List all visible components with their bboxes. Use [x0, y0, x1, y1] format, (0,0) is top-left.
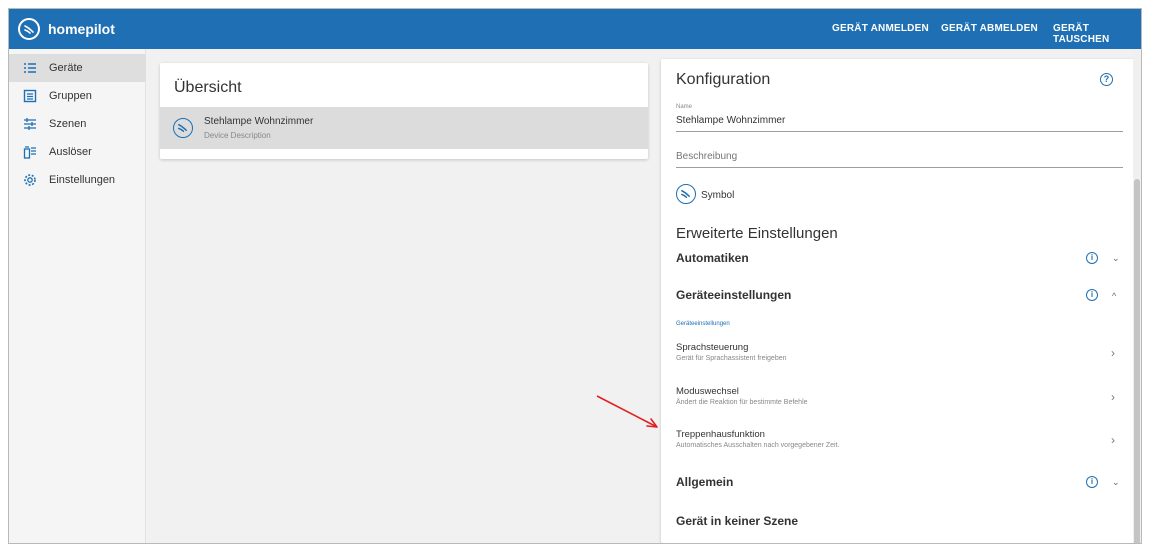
accordion-geraeteeinstellungen[interactable]: Geräteeinstellungen [676, 288, 791, 302]
gear-icon [24, 174, 36, 186]
chevron-down-icon[interactable]: ⌄ [1112, 477, 1120, 488]
chevron-right-icon: › [1111, 390, 1115, 404]
setting-title: Treppenhausfunktion [676, 429, 765, 440]
sidebar-item-ausloeser[interactable]: Auslöser [9, 138, 146, 166]
scene-membership-heading: Gerät in keiner Szene [676, 514, 799, 528]
chevron-up-icon[interactable]: ^ [1112, 291, 1116, 301]
advanced-settings-heading: Erweiterte Einstellungen [676, 225, 838, 242]
sidebar-item-geraete[interactable]: Geräte [9, 54, 146, 82]
sidebar-item-szenen[interactable]: Szenen [9, 110, 146, 138]
sidebar-item-label: Einstellungen [49, 174, 116, 186]
trigger-icon [23, 146, 36, 159]
sidebar-item-einstellungen[interactable]: Einstellungen [9, 166, 146, 194]
annotation-arrow-icon [596, 395, 658, 428]
accordion-allgemein[interactable]: Allgemein [676, 475, 733, 489]
setting-subtitle: Gerät für Sprachassistent freigeben [676, 355, 787, 362]
setting-subtitle: Ändert die Reaktion für bestimmte Befehl… [676, 399, 808, 406]
settings-sublabel: Geräteeinstellungen [676, 321, 730, 327]
sidebar-item-label: Gruppen [49, 90, 92, 102]
brand-name: homepilot [48, 21, 115, 37]
device-list-item[interactable]: Stehlampe Wohnzimmer Device Description [160, 107, 648, 149]
overview-card: Übersicht Stehlampe Wohnzimmer Device De… [160, 63, 648, 159]
setting-moduswechsel[interactable]: Moduswechsel Ändert die Reaktion für bes… [661, 386, 1137, 426]
configuration-card: Konfiguration ? Name Symbol Erweiterte E… [661, 59, 1137, 543]
symbol-icon[interactable] [676, 184, 696, 204]
scrollbar-thumb[interactable] [1134, 179, 1140, 543]
sidebar-item-label: Szenen [49, 118, 87, 130]
description-field[interactable] [676, 150, 1123, 168]
setting-title: Sprachsteuerung [676, 342, 749, 353]
device-type-icon [173, 118, 193, 138]
sliders-icon [24, 118, 36, 130]
unregister-device-button[interactable]: GERÄT ABMELDEN [941, 23, 1038, 34]
sidebar-item-label: Geräte [49, 62, 83, 74]
sidebar-item-gruppen[interactable]: Gruppen [9, 82, 146, 110]
symbol-label: Symbol [701, 190, 735, 201]
device-name: Stehlampe Wohnzimmer [204, 116, 314, 127]
overview-title: Übersicht [174, 79, 242, 96]
list-icon [24, 63, 36, 73]
name-field-label: Name [676, 104, 693, 110]
chevron-right-icon: › [1111, 433, 1115, 447]
setting-sprachsteuerung[interactable]: Sprachsteuerung Gerät für Sprachassisten… [661, 342, 1137, 382]
help-icon[interactable]: ? [1100, 73, 1113, 86]
info-icon[interactable]: i [1086, 476, 1098, 488]
homepilot-logo-icon [18, 18, 40, 40]
replace-device-button[interactable]: GERÄT TAUSCHEN [1053, 23, 1141, 45]
setting-title: Moduswechsel [676, 386, 739, 397]
group-icon [23, 89, 37, 103]
configuration-title: Konfiguration [676, 71, 771, 88]
device-description: Device Description [204, 131, 271, 140]
chevron-right-icon: › [1111, 346, 1115, 360]
app-window: homepilot GERÄT ANMELDEN GERÄT ABMELDEN … [8, 8, 1142, 544]
scrollbar[interactable] [1133, 49, 1141, 543]
sidebar: Geräte Gruppen Szenen Auslöser Einstellu… [9, 49, 146, 543]
setting-treppenhausfunktion[interactable]: Treppenhausfunktion Automatisches Aussch… [661, 429, 1137, 469]
chevron-down-icon[interactable]: ⌄ [1112, 253, 1120, 264]
setting-subtitle: Automatisches Ausschalten nach vorgegebe… [676, 442, 840, 449]
info-icon[interactable]: i [1086, 252, 1098, 264]
register-device-button[interactable]: GERÄT ANMELDEN [832, 23, 929, 34]
sidebar-item-label: Auslöser [49, 146, 92, 158]
accordion-automatiken[interactable]: Automatiken [676, 251, 749, 265]
name-field[interactable] [676, 114, 1123, 132]
top-bar: homepilot GERÄT ANMELDEN GERÄT ABMELDEN … [9, 9, 1141, 49]
info-icon[interactable]: i [1086, 289, 1098, 301]
